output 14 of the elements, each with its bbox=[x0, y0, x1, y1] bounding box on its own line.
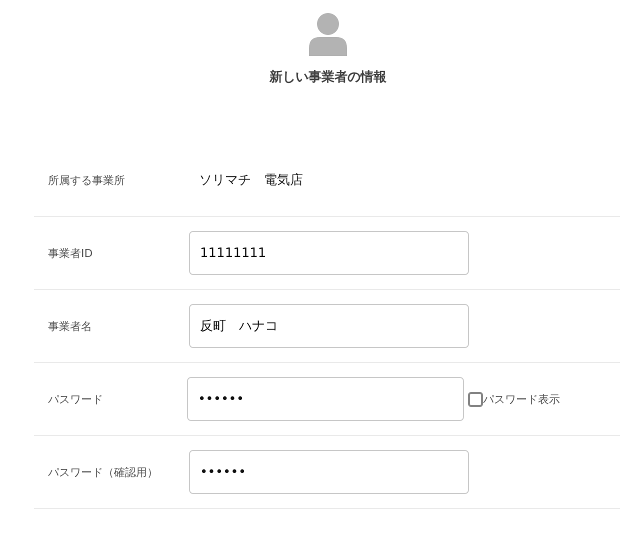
input-field[interactable]: •••••• bbox=[189, 450, 469, 494]
checkbox[interactable] bbox=[468, 392, 483, 406]
field-label: 事業者ID bbox=[47, 246, 94, 260]
password-field[interactable]: •••••• bbox=[187, 377, 464, 421]
field-label: パスワード bbox=[47, 392, 104, 406]
field-value: ソリマチ 電気店 bbox=[198, 172, 303, 189]
user-avatar-icon bbox=[308, 12, 348, 56]
field-label: 事業者名 bbox=[47, 318, 93, 334]
input-field[interactable]: 反町 ハナコ bbox=[189, 304, 469, 348]
checkbox-label[interactable]: パスワード表示 bbox=[483, 392, 560, 406]
input-field[interactable]: 11111111 bbox=[189, 231, 469, 275]
field-label: 所属する事業所 bbox=[47, 172, 126, 188]
form-title: 新しい事業者の情報 bbox=[270, 68, 386, 86]
field-label: パスワード（確認用） bbox=[47, 464, 159, 480]
